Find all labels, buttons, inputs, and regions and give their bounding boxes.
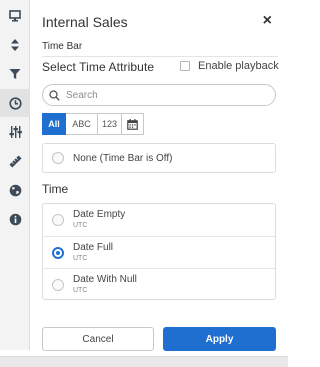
- option-timezone: UTC: [73, 222, 88, 229]
- sliders-button[interactable]: [0, 118, 30, 146]
- filter-text-button[interactable]: ABC: [66, 113, 98, 135]
- close-icon[interactable]: ×: [263, 13, 272, 29]
- enable-playback-toggle[interactable]: Enable playback: [180, 60, 279, 72]
- none-radio[interactable]: [52, 152, 64, 164]
- option-name: Date Empty: [73, 209, 126, 220]
- info-icon: [9, 213, 21, 225]
- search-field[interactable]: [42, 84, 276, 106]
- playback-checkbox[interactable]: [180, 61, 190, 71]
- info-button[interactable]: [0, 205, 30, 233]
- monitor-icon: [9, 10, 21, 22]
- option-radio-selected[interactable]: [52, 246, 64, 259]
- ruler-icon: [8, 154, 22, 168]
- time-option-date-empty[interactable]: Date Empty UTC: [43, 204, 275, 236]
- ruler-button[interactable]: [0, 147, 30, 175]
- playback-label: Enable playback: [198, 60, 279, 72]
- monitor-button[interactable]: [0, 2, 30, 30]
- filter-icon: [9, 69, 21, 79]
- sliders-icon: [9, 126, 22, 138]
- globe-icon: [9, 184, 21, 196]
- filter-number-button[interactable]: 123: [98, 113, 122, 135]
- type-filter-group: All ABC 123: [42, 113, 144, 135]
- select-attribute-label: Select Time Attribute: [42, 60, 155, 74]
- search-input[interactable]: [66, 89, 256, 101]
- tool-rail: [0, 0, 30, 350]
- panel-subtitle: Time Bar: [42, 41, 83, 52]
- time-options-list: Date Empty UTC Date Full UTC Date With N…: [42, 203, 276, 300]
- globe-button[interactable]: [0, 176, 30, 204]
- cancel-button[interactable]: Cancel: [42, 327, 154, 351]
- time-section-label: Time: [42, 182, 69, 196]
- option-timezone: UTC: [73, 254, 88, 262]
- filter-button[interactable]: [0, 60, 30, 88]
- filter-date-button[interactable]: [122, 113, 144, 135]
- time-button[interactable]: [0, 89, 30, 117]
- option-name: Date Full: [73, 241, 114, 253]
- option-radio[interactable]: [52, 214, 64, 226]
- option-timezone: UTC: [73, 286, 88, 294]
- filter-all-button[interactable]: All: [42, 113, 66, 135]
- calendar-icon: [127, 118, 138, 130]
- window-bottom-edge: [0, 356, 288, 367]
- time-option-date-full[interactable]: Date Full UTC: [43, 236, 275, 268]
- panel-title: Internal Sales: [42, 14, 128, 30]
- none-option-label: None (Time Bar is Off): [73, 152, 173, 164]
- search-icon: [49, 89, 60, 101]
- time-option-date-with-null[interactable]: Date With Null UTC: [43, 268, 275, 300]
- header-divider: [42, 56, 278, 57]
- option-radio[interactable]: [52, 278, 64, 291]
- option-name: Date With Null: [73, 273, 137, 285]
- clock-icon: [8, 96, 22, 110]
- sort-arrows-icon: [11, 39, 19, 51]
- none-option[interactable]: None (Time Bar is Off): [42, 143, 276, 173]
- apply-button[interactable]: Apply: [163, 327, 276, 351]
- time-bar-panel: Internal Sales × Time Bar Select Time At…: [30, 0, 288, 351]
- sort-button[interactable]: [0, 31, 30, 59]
